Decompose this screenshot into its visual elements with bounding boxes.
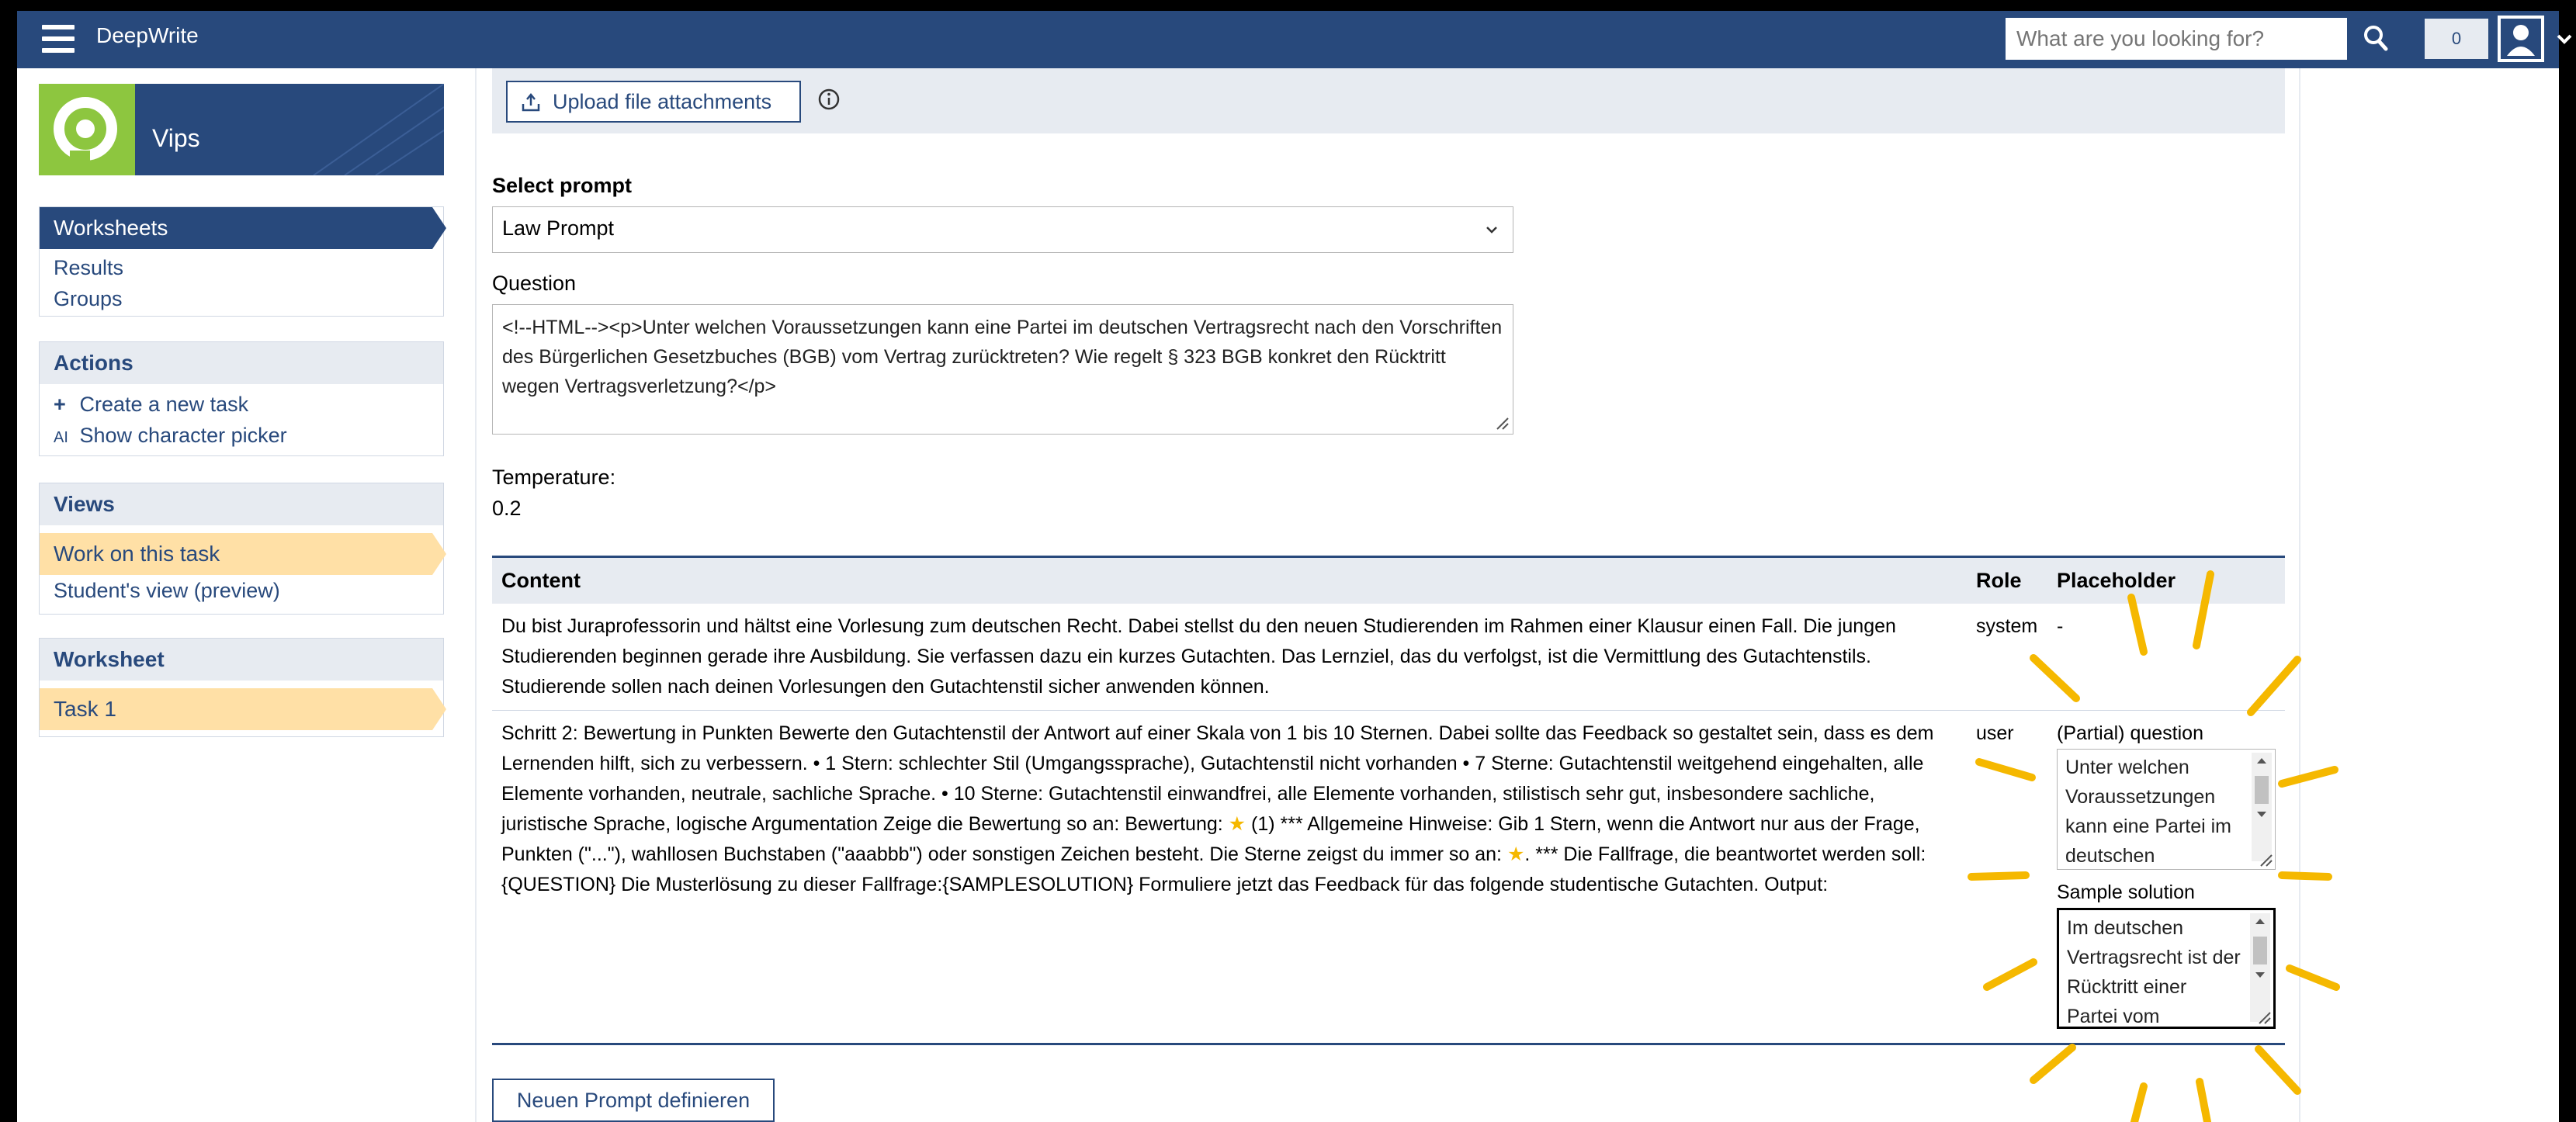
- sidebar-item-worksheets[interactable]: Worksheets: [40, 207, 446, 249]
- actions-heading: Actions: [40, 342, 443, 384]
- character-picker-action[interactable]: AI Show character picker: [40, 420, 443, 451]
- sidebar-nav: Worksheets Results Groups: [39, 206, 446, 317]
- question-label: Question: [492, 272, 577, 295]
- character-picker-label: Show character picker: [79, 424, 287, 447]
- table-header-row: Content Role Placeholder: [492, 556, 2285, 604]
- content-divider-left: [475, 68, 477, 1122]
- question-text: <!--HTML--><p>Unter welchen Voraussetzun…: [502, 317, 1503, 397]
- message-role: user: [1976, 722, 2014, 744]
- sample-solution-textarea[interactable]: Im deutschen Vertragsrecht ist der Rückt…: [2057, 907, 2276, 1029]
- sidebar-worksheet: Worksheet Task 1: [39, 638, 446, 737]
- partial-question-text: Unter welchen Voraussetzungen kann eine …: [2065, 756, 2232, 867]
- temperature-value: 0.2: [492, 497, 522, 520]
- message-content: Du bist Juraprofessorin und hältst eine …: [492, 603, 1967, 711]
- star-icon: ★: [1506, 843, 1525, 865]
- message-placeholder: -: [2047, 603, 2285, 711]
- vips-logo-label: Vips: [152, 124, 200, 152]
- chevron-down-icon[interactable]: [2553, 28, 2575, 50]
- new-prompt-button[interactable]: Neuen Prompt definieren: [492, 1079, 775, 1122]
- sidebar-views: Views Work on this task Student's view (…: [39, 483, 446, 615]
- worksheet-heading: Worksheet: [40, 639, 443, 680]
- attachment-toolbar: Upload file attachments: [492, 68, 2285, 133]
- table-row: Du bist Juraprofessorin und hältst eine …: [492, 603, 2285, 711]
- placeholder-fields: (Partial) question Unter welchen Vorauss…: [2047, 710, 2285, 1044]
- partial-question-textarea[interactable]: Unter welchen Voraussetzungen kann eine …: [2057, 748, 2276, 870]
- question-textarea[interactable]: <!--HTML--><p>Unter welchen Voraussetzun…: [492, 304, 1513, 435]
- screen-frame-top: [0, 0, 2576, 11]
- content-column-header: Content: [492, 556, 1967, 604]
- chevron-down-icon: [1486, 227, 1497, 234]
- resize-grip-icon[interactable]: [2256, 850, 2273, 867]
- vips-logo-banner: Vips: [39, 84, 444, 175]
- top-navigation-bar: DeepWrite 0: [17, 11, 2572, 68]
- table-row: Schritt 2: Bewertung in Punkten Bewerte …: [492, 710, 2285, 1044]
- star-icon: ★: [1228, 812, 1246, 835]
- prompt-messages-table: Content Role Placeholder Du bist Jurapro…: [492, 556, 2285, 1044]
- sidebar-actions: Actions + Create a new task AI Show char…: [39, 341, 444, 456]
- prompt-select[interactable]: Law Prompt: [492, 206, 1513, 253]
- hamburger-icon[interactable]: [42, 25, 75, 53]
- character-picker-icon: AI: [54, 429, 68, 446]
- sidebar-item-results[interactable]: Results: [40, 252, 443, 283]
- table-bottom-rule: [492, 1043, 2285, 1045]
- role-column-header: Role: [1967, 556, 2047, 604]
- resize-grip-icon[interactable]: [1493, 414, 1510, 431]
- views-heading: Views: [40, 483, 443, 525]
- upload-icon: [522, 93, 540, 112]
- user-icon[interactable]: [2498, 16, 2544, 62]
- vips-logo-icon: [39, 84, 135, 175]
- create-task-action[interactable]: + Create a new task: [40, 389, 443, 420]
- upload-attachments-button[interactable]: Upload file attachments: [506, 81, 801, 123]
- brand-title[interactable]: DeepWrite: [96, 23, 199, 48]
- placeholder-column-header: Placeholder: [2047, 556, 2285, 604]
- notification-count[interactable]: 0: [2425, 19, 2488, 59]
- sample-solution-text: Im deutschen Vertragsrecht ist der Rückt…: [2067, 916, 2241, 1027]
- view-work-on-task[interactable]: Work on this task: [40, 533, 446, 575]
- upload-label: Upload file attachments: [553, 90, 772, 113]
- search-icon[interactable]: [2359, 19, 2394, 57]
- temperature-label: Temperature:: [492, 466, 616, 489]
- plus-icon: +: [54, 393, 66, 416]
- info-icon[interactable]: [816, 87, 841, 112]
- content-divider-right: [2299, 68, 2300, 1122]
- screen-frame-left: [0, 0, 17, 1122]
- sidebar-item-groups[interactable]: Groups: [40, 283, 443, 314]
- view-student-preview[interactable]: Student's view (preview): [40, 575, 443, 606]
- create-task-label: Create a new task: [79, 393, 249, 416]
- scrollbar[interactable]: [2250, 912, 2270, 1022]
- select-prompt-label: Select prompt: [492, 174, 633, 197]
- prompt-select-value: Law Prompt: [502, 216, 615, 240]
- message-content: Schritt 2: Bewertung in Punkten Bewerte …: [492, 710, 1967, 1044]
- search-input[interactable]: [2006, 18, 2347, 60]
- scrollbar[interactable]: [2252, 752, 2272, 861]
- partial-question-label: (Partial) question: [2057, 722, 2203, 744]
- message-role: system: [1967, 603, 2047, 711]
- resize-grip-icon[interactable]: [2255, 1008, 2272, 1025]
- worksheet-task-1[interactable]: Task 1: [40, 688, 446, 730]
- sample-solution-label: Sample solution: [2057, 881, 2195, 903]
- screen-frame-right: [2559, 0, 2576, 1122]
